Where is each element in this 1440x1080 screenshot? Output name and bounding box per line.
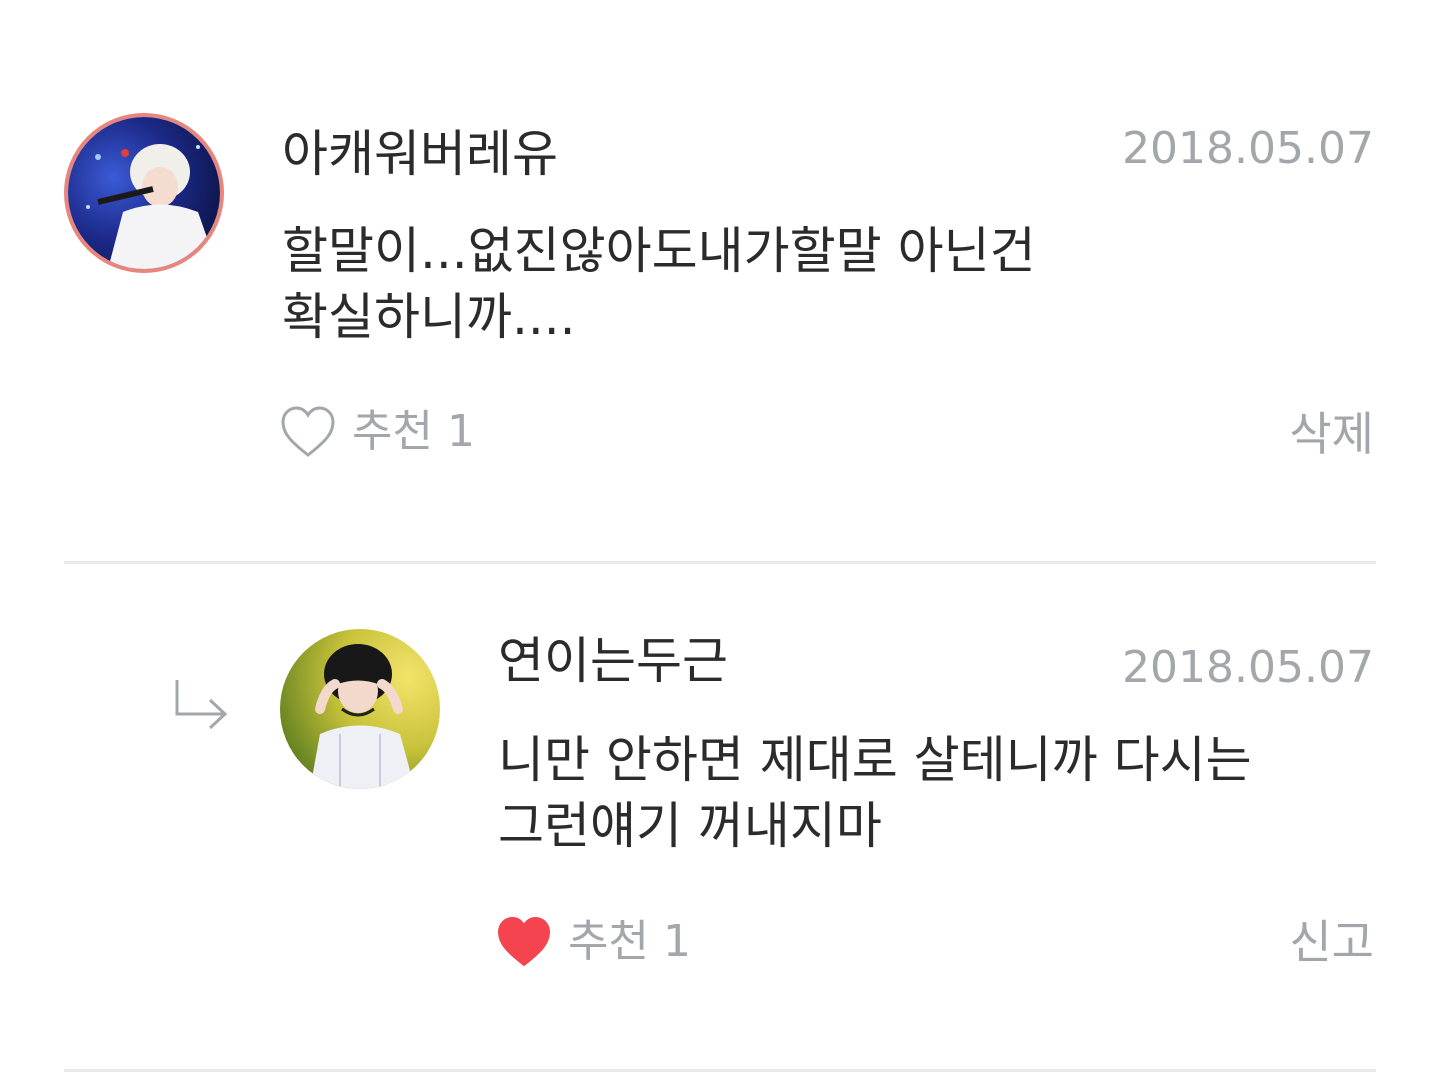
divider: [64, 1069, 1376, 1072]
reply-arrow-icon: [172, 678, 232, 746]
avatar-image: [280, 629, 440, 789]
comment-date: 2018.05.07: [1122, 123, 1374, 174]
like-button[interactable]: 추천 1: [496, 914, 691, 970]
like-label: 추천: [568, 916, 649, 967]
avatar-image: [68, 117, 220, 269]
like-button[interactable]: 추천 1: [280, 404, 475, 460]
comment-author[interactable]: 연이는두근: [498, 631, 728, 691]
comment-author[interactable]: 아캐워버레유: [282, 124, 558, 184]
like-count: 1: [662, 916, 691, 967]
comment-text: 할말이...없진않아도내가할말 아닌건 확실하니까....: [282, 222, 1036, 346]
avatar[interactable]: [64, 113, 224, 273]
comment-text: 니만 안하면 제대로 살테니까 다시는 그런얘기 꺼내지마: [498, 731, 1252, 855]
heart-outline-icon: [280, 405, 336, 459]
avatar[interactable]: [280, 629, 440, 789]
like-count: 1: [446, 406, 475, 457]
delete-button[interactable]: 삭제: [1289, 406, 1374, 462]
like-label: 추천: [352, 406, 433, 457]
report-button[interactable]: 신고: [1289, 914, 1374, 970]
heart-filled-icon: [496, 915, 552, 969]
comment-date: 2018.05.07: [1122, 642, 1374, 693]
divider: [64, 561, 1376, 564]
